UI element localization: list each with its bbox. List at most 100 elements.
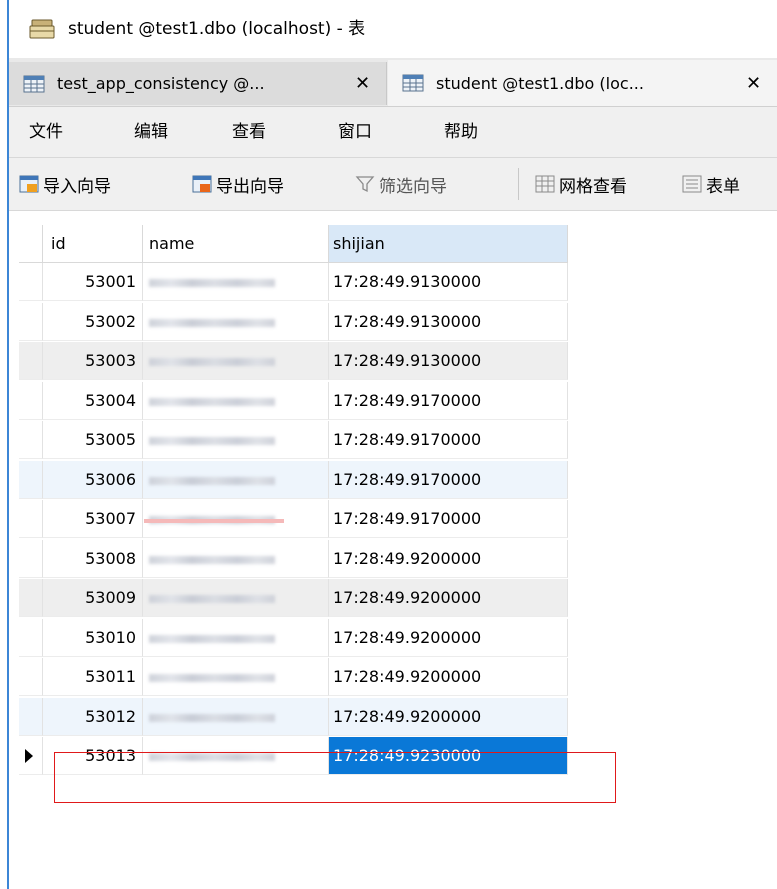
redacted-name-text xyxy=(149,634,275,643)
cell-shijian[interactable]: 17:28:49.9200000 xyxy=(329,579,568,617)
cell-name[interactable] xyxy=(143,618,329,657)
cell-shijian[interactable]: 17:28:49.9170000 xyxy=(329,500,568,538)
menu-bar: 文件 编辑 查看 窗口 帮助 xyxy=(9,107,777,158)
tab-test-app-consistency[interactable]: test_app_consistency @... ✕ xyxy=(9,62,387,105)
table-row[interactable]: 53001 17:28:49.9130000 xyxy=(19,263,568,301)
highlight-annotation-box xyxy=(54,752,616,803)
row-indicator[interactable] xyxy=(19,737,43,775)
row-indicator[interactable] xyxy=(19,460,43,499)
redacted-name-text xyxy=(149,476,275,485)
export-icon xyxy=(192,175,212,193)
row-indicator[interactable] xyxy=(19,421,43,459)
close-icon[interactable]: ✕ xyxy=(355,73,370,94)
filter-wizard-button[interactable]: 筛选向导 xyxy=(355,171,447,197)
import-wizard-button[interactable]: 导入向导 xyxy=(19,171,111,197)
toolbar: 导入向导 导出向导 筛选向导 网格查看 表单 xyxy=(9,158,777,211)
cell-name[interactable] xyxy=(143,460,329,499)
table-row[interactable]: 53004 17:28:49.9170000 xyxy=(19,381,568,420)
cell-shijian[interactable]: 17:28:49.9200000 xyxy=(329,539,568,578)
row-indicator[interactable] xyxy=(19,500,43,538)
redacted-name-text xyxy=(149,674,275,682)
cell-shijian[interactable]: 17:28:49.9130000 xyxy=(329,302,568,341)
cell-name[interactable] xyxy=(143,579,329,617)
grid-view-icon xyxy=(535,175,555,193)
row-indicator[interactable] xyxy=(19,381,43,420)
cell-id[interactable]: 53003 xyxy=(43,342,143,380)
import-icon xyxy=(19,175,39,193)
table-row[interactable]: 53010 17:28:49.9200000 xyxy=(19,618,568,657)
table-row[interactable]: 53007 17:28:49.9170000 xyxy=(19,500,568,538)
cell-name[interactable] xyxy=(143,302,329,341)
cell-name[interactable] xyxy=(143,697,329,736)
table-row[interactable]: 53008 17:28:49.9200000 xyxy=(19,539,568,578)
menu-edit[interactable]: 编辑 xyxy=(134,121,168,143)
table-row[interactable]: 53005 17:28:49.9170000 xyxy=(19,421,568,459)
cell-shijian[interactable]: 17:28:49.9170000 xyxy=(329,421,568,459)
table-grid-icon xyxy=(23,75,45,92)
row-indicator[interactable] xyxy=(19,697,43,736)
cell-shijian[interactable]: 17:28:49.9130000 xyxy=(329,342,568,380)
cell-id[interactable]: 53004 xyxy=(43,381,143,420)
row-indicator[interactable] xyxy=(19,539,43,578)
table-row[interactable]: 53012 17:28:49.9200000 xyxy=(19,697,568,736)
cell-id[interactable]: 53005 xyxy=(43,421,143,459)
column-header-name[interactable]: name xyxy=(143,225,329,263)
column-header-id[interactable]: id xyxy=(43,225,143,263)
table-row[interactable]: 53009 17:28:49.9200000 xyxy=(19,579,568,617)
cell-id[interactable]: 53001 xyxy=(43,263,143,301)
cell-id[interactable]: 53002 xyxy=(43,302,143,341)
cell-shijian[interactable]: 17:28:49.9170000 xyxy=(329,460,568,499)
cell-id[interactable]: 53012 xyxy=(43,697,143,736)
tab-student[interactable]: student @test1.dbo (loc... ✕ xyxy=(388,60,777,106)
menu-help[interactable]: 帮助 xyxy=(444,121,478,143)
cell-name[interactable] xyxy=(143,263,329,301)
tab-label: student @test1.dbo (loc... xyxy=(436,73,644,93)
cell-shijian[interactable]: 17:28:49.9200000 xyxy=(329,697,568,736)
window-left-border xyxy=(0,0,9,889)
cell-shijian[interactable]: 17:28:49.9130000 xyxy=(329,263,568,301)
table-grid-icon xyxy=(402,74,424,92)
cell-name[interactable] xyxy=(143,539,329,578)
redacted-name-text xyxy=(149,713,275,722)
cell-id[interactable]: 53011 xyxy=(43,658,143,696)
cell-id[interactable]: 53007 xyxy=(43,500,143,538)
cell-id[interactable]: 53010 xyxy=(43,618,143,657)
export-wizard-button[interactable]: 导出向导 xyxy=(192,171,284,197)
row-indicator[interactable] xyxy=(19,658,43,696)
export-wizard-label: 导出向导 xyxy=(216,176,284,197)
cell-name[interactable] xyxy=(143,342,329,380)
row-indicator[interactable] xyxy=(19,263,43,301)
window-title: student @test1.dbo (localhost) - 表 xyxy=(68,19,366,39)
grid-view-label: 网格查看 xyxy=(559,176,627,197)
cell-shijian[interactable]: 17:28:49.9200000 xyxy=(329,618,568,657)
form-view-button[interactable]: 表单 xyxy=(682,171,740,197)
table-row[interactable]: 53002 17:28:49.9130000 xyxy=(19,302,568,341)
row-indicator[interactable] xyxy=(19,342,43,380)
redacted-name-text xyxy=(149,318,275,327)
tab-bar: test_app_consistency @... ✕ student @tes… xyxy=(9,58,777,107)
grid-view-button[interactable]: 网格查看 xyxy=(535,171,627,197)
cell-shijian[interactable]: 17:28:49.9200000 xyxy=(329,658,568,696)
table-row[interactable]: 53003 17:28:49.9130000 xyxy=(19,342,568,380)
form-view-label: 表单 xyxy=(706,176,740,197)
cell-name[interactable] xyxy=(143,381,329,420)
redacted-name-text xyxy=(149,279,275,287)
column-header-shijian[interactable]: shijian xyxy=(329,225,568,263)
cell-id[interactable]: 53009 xyxy=(43,579,143,617)
cell-name[interactable] xyxy=(143,421,329,459)
cell-id[interactable]: 53006 xyxy=(43,460,143,499)
close-icon[interactable]: ✕ xyxy=(746,73,761,94)
cell-id[interactable]: 53008 xyxy=(43,539,143,578)
menu-file[interactable]: 文件 xyxy=(29,121,63,143)
menu-window[interactable]: 窗口 xyxy=(338,121,372,143)
table-row[interactable]: 53006 17:28:49.9170000 xyxy=(19,460,568,499)
row-indicator[interactable] xyxy=(19,579,43,617)
redacted-name-text xyxy=(149,555,275,564)
cell-shijian[interactable]: 17:28:49.9170000 xyxy=(329,381,568,420)
row-indicator[interactable] xyxy=(19,618,43,657)
table-row[interactable]: 53011 17:28:49.9200000 xyxy=(19,658,568,696)
cell-name[interactable] xyxy=(143,658,329,696)
row-indicator[interactable] xyxy=(19,302,43,341)
menu-view[interactable]: 查看 xyxy=(232,121,266,143)
row-indicator-header xyxy=(19,225,43,263)
